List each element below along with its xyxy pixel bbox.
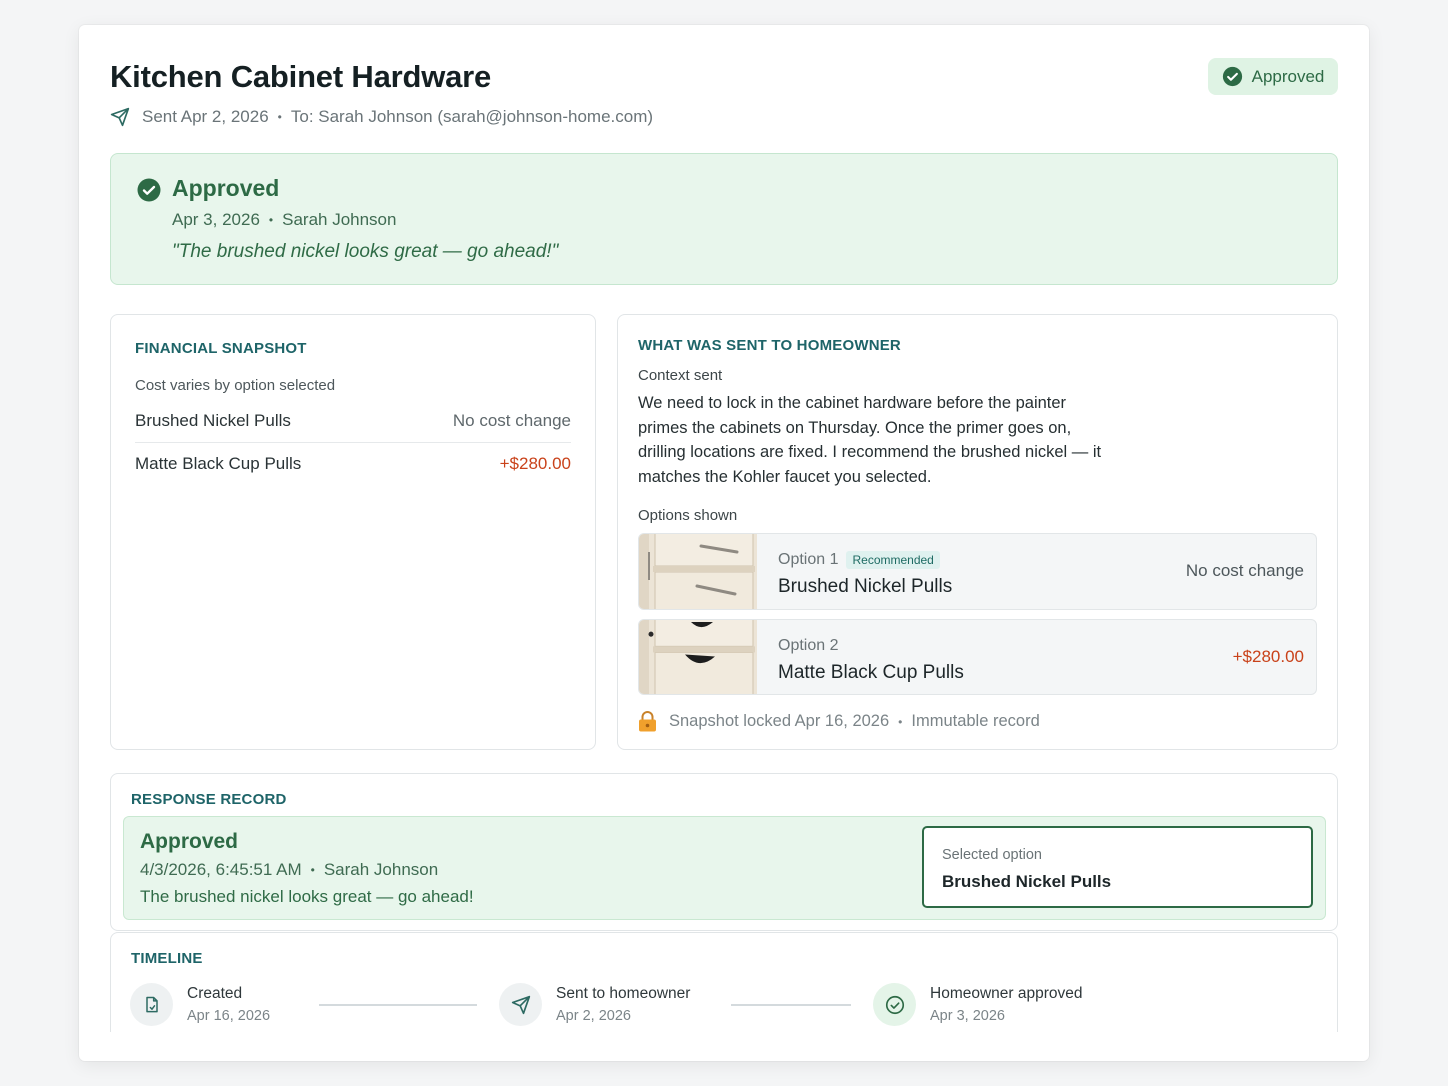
option-card[interactable]: Option 2 Matte Black Cup Pulls +$280.00 — [638, 619, 1317, 695]
financial-row-name: Matte Black Cup Pulls — [135, 454, 302, 473]
snapshot-locked-text: Snapshot locked Apr 16, 2026 — [669, 712, 890, 730]
context-label: Context sent — [638, 367, 723, 384]
financial-row-name: Brushed Nickel Pulls — [135, 411, 291, 430]
response-record-box: Approved 4/3/2026, 6:45:51 AM • Sarah Jo… — [123, 816, 1326, 920]
option-cost: No cost change — [1185, 561, 1304, 580]
response-record-panel: RESPONSE RECORD Approved 4/3/2026, 6:45:… — [110, 773, 1338, 931]
financial-snapshot-heading: FINANCIAL SNAPSHOT — [135, 340, 307, 357]
banner-title: Approved — [172, 175, 280, 201]
timeline-step-date: Apr 16, 2026 — [187, 1008, 271, 1024]
selected-option-box: Selected option Brushed Nickel Pulls — [922, 826, 1313, 908]
response-record-heading: RESPONSE RECORD — [131, 791, 287, 808]
selected-option-value: Brushed Nickel Pulls — [942, 872, 1112, 891]
timeline-heading: TIMELINE — [131, 950, 203, 967]
separator-dot: • — [898, 714, 903, 729]
response-meta: 4/3/2026, 6:45:51 AM • Sarah Johnson — [140, 860, 438, 880]
financial-subtitle: Cost varies by option selected — [135, 377, 336, 394]
option-name: Brushed Nickel Pulls — [778, 576, 953, 597]
option-card[interactable]: Option 1 Recommended Brushed Nickel Pull… — [638, 533, 1317, 610]
option-number: Option 1 Recommended — [778, 551, 940, 569]
banner-approver: Sarah Johnson — [282, 210, 397, 229]
recommended-badge: Recommended — [846, 551, 940, 569]
check-circle-icon — [873, 983, 916, 1026]
separator-dot: • — [277, 110, 282, 124]
option-number-label: Option 1 — [778, 551, 839, 568]
timeline-step: Homeowner approved Apr 3, 2026 — [873, 983, 1083, 1026]
check-circle-icon — [1222, 66, 1242, 87]
financial-row: Brushed Nickel Pulls No cost change — [135, 411, 571, 431]
recipient: To: Sarah Johnson (sarah@johnson-home.co… — [290, 107, 654, 126]
separator-dot: • — [310, 863, 315, 877]
option-name: Matte Black Cup Pulls — [778, 662, 964, 683]
response-comment: The brushed nickel looks great — go ahea… — [140, 887, 474, 906]
financial-row-value: No cost change — [452, 411, 571, 430]
option-number: Option 2 — [778, 637, 838, 655]
status-badge-label: Approved — [1251, 66, 1325, 86]
context-text: We need to lock in the cabinet hardware … — [638, 394, 1102, 486]
status-badge: Approved — [1208, 58, 1338, 95]
document-icon — [130, 983, 173, 1026]
send-icon — [499, 983, 542, 1026]
financial-snapshot-panel: FINANCIAL SNAPSHOT Cost varies by option… — [110, 314, 596, 750]
lock-icon — [639, 711, 656, 732]
timeline-connector — [319, 1004, 477, 1006]
timeline-step: Created Apr 16, 2026 — [130, 983, 270, 1026]
banner-quote: "The brushed nickel looks great — go ahe… — [172, 241, 559, 262]
timeline-step-date: Apr 2, 2026 — [556, 1008, 631, 1024]
banner-date: Apr 3, 2026 — [172, 210, 260, 229]
financial-row-value: +$280.00 — [499, 454, 571, 473]
timeline-step-date: Apr 3, 2026 — [930, 1008, 1005, 1024]
sent-heading: WHAT WAS SENT TO HOMEOWNER — [638, 337, 901, 354]
immutable-text: Immutable record — [911, 712, 1040, 730]
financial-row: Matte Black Cup Pulls +$280.00 — [135, 454, 571, 474]
page-title: Kitchen Cabinet Hardware — [110, 59, 492, 94]
response-author: Sarah Johnson — [323, 860, 439, 879]
divider — [135, 442, 571, 443]
timeline-step: Sent to homeowner Apr 2, 2026 — [499, 983, 690, 1026]
timeline-step-title: Homeowner approved — [930, 985, 1083, 1002]
timeline-connector — [731, 1004, 851, 1006]
timeline-panel: TIMELINE Created Apr 16, 2026 Sent to ho… — [110, 932, 1338, 1032]
options-label: Options shown — [638, 507, 738, 524]
response-timestamp: 4/3/2026, 6:45:51 AM — [140, 860, 302, 879]
snapshot-lock-line: Snapshot locked Apr 16, 2026 • Immutable… — [638, 711, 1040, 732]
sent-to-homeowner-panel: WHAT WAS SENT TO HOMEOWNER Context sent … — [617, 314, 1338, 750]
option-cost: +$280.00 — [1232, 647, 1304, 666]
response-status: Approved — [140, 830, 239, 853]
send-icon — [110, 107, 130, 127]
timeline-step-title: Sent to homeowner — [556, 985, 691, 1002]
matte-black-cup-pull-image — [639, 620, 757, 694]
sent-date: Sent Apr 2, 2026 — [142, 107, 269, 126]
separator-dot: • — [268, 213, 274, 227]
brushed-nickel-pull-image — [639, 534, 757, 609]
banner-meta: Apr 3, 2026 • Sarah Johnson — [172, 210, 396, 230]
selected-option-label: Selected option — [942, 847, 1042, 863]
approval-banner: Approved Apr 3, 2026 • Sarah Johnson "Th… — [110, 153, 1338, 285]
check-circle-icon — [137, 178, 161, 202]
sent-meta: Sent Apr 2, 2026 • To: Sarah Johnson (sa… — [110, 107, 653, 127]
option-number-label: Option 2 — [778, 637, 839, 654]
timeline-step-title: Created — [187, 985, 243, 1002]
